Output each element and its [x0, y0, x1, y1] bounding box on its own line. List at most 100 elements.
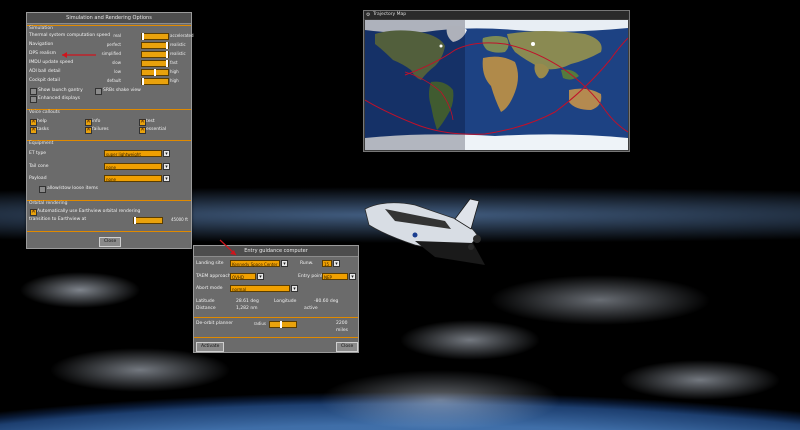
taem-dropdown[interactable]: OVHD	[230, 273, 256, 280]
abort-mode-dropdown[interactable]: normal	[230, 285, 290, 292]
slider-knob[interactable]	[280, 321, 282, 328]
navigation-slider[interactable]	[141, 42, 169, 49]
close-button[interactable]: Close	[336, 342, 359, 352]
nasa-logo	[412, 232, 418, 238]
gear-icon[interactable]: ⚙	[366, 11, 370, 19]
dps-realism-slider[interactable]	[141, 51, 169, 58]
window-title[interactable]: Simulation and Rendering Options	[27, 13, 191, 24]
runway-dropdown[interactable]: 15	[322, 260, 332, 267]
launch-gantry-checkbox[interactable]	[30, 88, 37, 95]
payload-label: Payload	[29, 176, 47, 181]
tail-cone-dropdown[interactable]: none	[104, 163, 162, 170]
deorbit-value: 2200 miles	[336, 321, 348, 333]
landing-site-dropdown[interactable]: Kennedy Space Center	[230, 260, 280, 267]
voice-tasks-checkbox[interactable]	[30, 126, 37, 134]
coordinates-row: Latitude 28.61 deg Longitude -80.60 deg	[196, 298, 356, 305]
landing-site-marker	[439, 44, 443, 48]
window-title: Trajectory Map	[373, 12, 407, 17]
window-footer	[27, 231, 191, 232]
section-header: Equipment	[29, 141, 54, 146]
transition-value: 45000 ft	[171, 217, 188, 222]
slider-knob[interactable]	[166, 42, 168, 49]
world-map	[365, 20, 628, 150]
checkbox-label: info	[92, 119, 101, 124]
voice-info-checkbox[interactable]	[85, 118, 92, 126]
status-value: active	[304, 306, 318, 311]
longitude-label: Longitude	[274, 299, 297, 304]
checkbox-label: Enhanced displays	[38, 96, 81, 101]
chevron-down-icon[interactable]: ▾	[333, 260, 340, 267]
simulation-section: Simulation	[27, 25, 191, 31]
imdu-speed-slider[interactable]	[141, 60, 169, 67]
slider-low-label: perfect	[106, 42, 121, 47]
chevron-down-icon[interactable]: ▾	[291, 285, 298, 292]
chevron-down-icon[interactable]: ▾	[281, 260, 288, 267]
arrow-head	[62, 52, 67, 58]
slider-knob[interactable]	[154, 69, 156, 76]
section-header: Voice callouts	[29, 110, 60, 115]
option-label: Cockpit detail	[29, 78, 60, 83]
annotation-arrow	[62, 52, 96, 58]
option-row: DPS realism simplified realistic	[29, 50, 189, 58]
srb-shake-checkbox[interactable]	[95, 88, 102, 95]
voice-help-checkbox[interactable]	[30, 118, 37, 126]
option-row: Navigation perfect realistic	[29, 41, 189, 49]
transition-altitude-slider[interactable]	[133, 217, 163, 224]
slider-low-label: real	[113, 33, 121, 38]
thermal-speed-slider[interactable]	[141, 33, 169, 40]
entry-point-dropdown[interactable]: NEP	[322, 273, 348, 280]
checkbox-label: essential	[146, 127, 167, 132]
slider-high-label: realistic	[170, 42, 186, 47]
night-shade	[365, 20, 465, 150]
chevron-down-icon[interactable]: ▾	[163, 163, 170, 170]
slider-knob[interactable]	[134, 217, 136, 224]
slider-knob[interactable]	[166, 60, 168, 67]
annotation-arrow	[219, 239, 237, 256]
chevron-down-icon[interactable]: ▾	[257, 273, 264, 280]
orbital-row: transition to Earthview at 45000 ft	[29, 216, 189, 224]
deorbit-radius-slider[interactable]	[269, 321, 297, 328]
voice-essential-checkbox[interactable]	[139, 126, 146, 134]
earthview-checkbox[interactable]	[30, 208, 37, 216]
world-map-graphic	[365, 20, 628, 150]
equipment-section: Equipment	[27, 140, 191, 146]
abort-label: Abort mode	[196, 286, 223, 291]
window-title-bar[interactable]: ⚙ Trajectory Map	[364, 11, 629, 19]
loose-items-checkbox[interactable]	[39, 186, 46, 193]
cockpit-detail-slider[interactable]	[141, 78, 169, 85]
activate-button[interactable]: Activate	[196, 342, 225, 352]
chevron-down-icon[interactable]: ▾	[163, 150, 170, 157]
deorbit-label: De-orbit planner	[196, 321, 234, 326]
orbital-section: Orbital rendering	[27, 200, 191, 206]
option-label: IMDU update speed	[29, 60, 74, 65]
chevron-down-icon[interactable]: ▾	[163, 175, 170, 182]
option-row: ADI ball detail low high	[29, 68, 189, 76]
adi-detail-slider[interactable]	[141, 69, 169, 76]
tail-cone-label: Tail cone	[29, 164, 49, 169]
voice-test-checkbox[interactable]	[139, 118, 146, 126]
close-button[interactable]: Close	[99, 237, 122, 247]
checkbox-label: SRBs shake view	[103, 88, 141, 93]
checkbox-label: test	[146, 119, 155, 124]
enhanced-displays-checkbox[interactable]	[30, 96, 37, 103]
simulation-options-window: Simulation and Rendering Options Simulat…	[26, 12, 194, 249]
runway-label: Runw.	[300, 261, 314, 266]
checkbox-label: Show launch gantry	[38, 88, 83, 93]
entry-guidance-window: Entry guidance computer Landing site Run…	[193, 245, 359, 353]
chevron-down-icon[interactable]: ▾	[349, 273, 356, 280]
slider-knob[interactable]	[166, 51, 168, 58]
et-type-dropdown[interactable]: super lightweight	[104, 150, 162, 157]
slider-knob[interactable]	[142, 78, 144, 85]
checkbox-label: Automatically use Earthview orbital rend…	[37, 209, 141, 214]
slider-high-label: accelerated	[170, 33, 194, 38]
slider-knob[interactable]	[142, 33, 144, 40]
latitude-label: Latitude	[196, 299, 215, 304]
et-type-label: ET type	[29, 151, 47, 156]
space-shuttle	[364, 198, 485, 265]
window-footer	[194, 337, 358, 338]
equipment-row: allow/stow loose items	[29, 185, 189, 193]
voice-failures-checkbox[interactable]	[85, 126, 92, 134]
payload-dropdown[interactable]: none	[104, 175, 162, 182]
section-header: Simulation	[29, 26, 53, 31]
voice-row: help info test	[29, 118, 189, 126]
